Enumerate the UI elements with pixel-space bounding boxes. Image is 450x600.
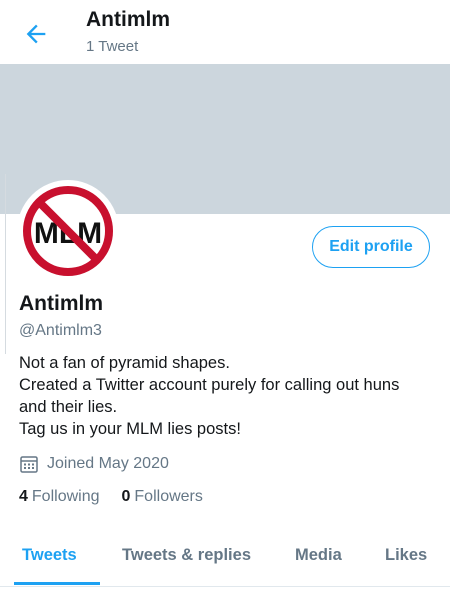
- follow-stats: 4 Following 0 Followers: [19, 488, 225, 506]
- followers-count: 0: [121, 488, 131, 505]
- followers-link[interactable]: 0 Followers: [122, 488, 203, 506]
- following-count: 4: [19, 488, 28, 505]
- joined-date: Joined May 2020: [19, 454, 169, 474]
- profile-header: Antimlm 1 Tweet: [0, 0, 450, 64]
- profile-handle: @Antimlm3: [19, 322, 102, 339]
- tab-tweets[interactable]: Tweets: [22, 546, 77, 565]
- following-link[interactable]: 4 Following: [19, 488, 100, 506]
- tab-tweets-replies[interactable]: Tweets & replies: [122, 546, 251, 565]
- calendar-icon: [20, 456, 38, 473]
- profile-bio: Not a fan of pyramid shapes. Created a T…: [19, 352, 439, 440]
- joined-text: Joined May 2020: [47, 455, 169, 472]
- avatar[interactable]: MLM: [17, 180, 119, 282]
- profile-name: Antimlm: [19, 292, 103, 315]
- tweet-count: 1 Tweet: [86, 38, 139, 55]
- bio-line: Not a fan of pyramid shapes.: [19, 354, 230, 372]
- back-arrow-icon[interactable]: [22, 20, 50, 48]
- bio-line: Created a Twitter account purely for cal…: [19, 376, 400, 394]
- profile-tabs: Tweets Tweets & replies Media Likes: [0, 536, 450, 587]
- tab-likes[interactable]: Likes: [385, 546, 427, 565]
- no-mlm-logo: MLM: [23, 186, 113, 276]
- active-tab-indicator: [14, 582, 100, 585]
- bio-line: and their lies.: [19, 398, 118, 416]
- edge-handle: [0, 174, 6, 354]
- tab-media[interactable]: Media: [295, 546, 342, 565]
- followers-label: Followers: [134, 488, 203, 505]
- edit-profile-button[interactable]: Edit profile: [312, 226, 430, 268]
- header-title: Antimlm: [86, 8, 170, 31]
- bio-line: Tag us in your MLM lies posts!: [19, 420, 241, 438]
- following-label: Following: [31, 488, 100, 505]
